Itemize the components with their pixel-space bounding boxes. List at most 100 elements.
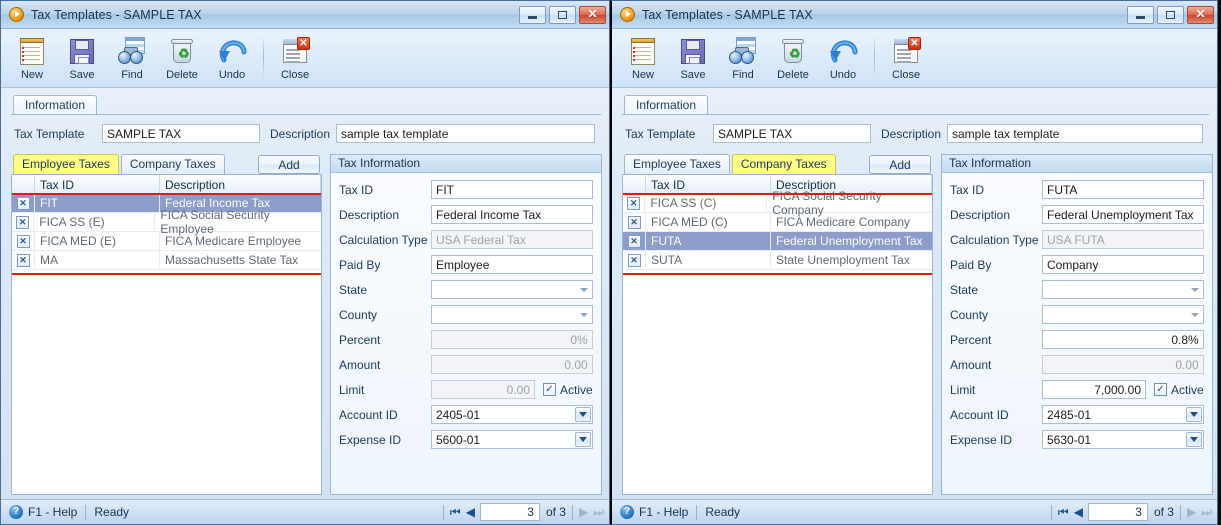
county-select[interactable] [431, 305, 593, 324]
minimize-icon [1136, 15, 1145, 19]
record-number-input[interactable]: 3 [1087, 503, 1148, 521]
account-id-select[interactable]: 2485-01 [1042, 405, 1204, 424]
delete-button[interactable]: ♻ Delete [157, 33, 207, 81]
tab-company-taxes[interactable]: Company Taxes [120, 154, 225, 174]
chevron-down-icon[interactable] [1185, 407, 1202, 422]
table-row[interactable]: ✕ FICA SS (C) FICA Social Security Compa… [623, 189, 932, 217]
close-button[interactable]: ✕ [1187, 5, 1214, 24]
minimize-button[interactable] [519, 5, 546, 24]
account-id-select[interactable]: 2405-01 [431, 405, 593, 424]
table-row[interactable]: ✕ SUTA State Unemployment Tax [623, 251, 932, 270]
row-tax-id: FICA MED (C) [646, 213, 771, 231]
state-label: State [950, 282, 979, 297]
last-record-button[interactable]: ⏭ [1201, 506, 1212, 518]
active-checkbox[interactable]: ✓ [1154, 383, 1167, 396]
nav-separator-right [1179, 504, 1181, 520]
previous-record-button[interactable]: ◀ [466, 506, 475, 518]
tax-id-input[interactable]: FUTA [1042, 180, 1204, 199]
undo-button[interactable]: Undo [818, 33, 868, 81]
county-select[interactable] [1042, 305, 1204, 324]
row-delete-icon[interactable]: ✕ [627, 253, 641, 267]
next-record-button[interactable]: ▶ [579, 506, 588, 518]
row-description: State Unemployment Tax [776, 253, 910, 267]
tab-information[interactable]: Information [13, 95, 98, 115]
limit-input[interactable]: 7,000.00 [1042, 380, 1146, 399]
tax-template-input[interactable]: SAMPLE TAX [713, 124, 871, 143]
row-delete-icon[interactable]: ✕ [627, 234, 641, 248]
tax-template-input[interactable]: SAMPLE TAX [102, 124, 260, 143]
find-button[interactable]: Find [107, 33, 157, 81]
row-delete-icon[interactable]: ✕ [16, 215, 30, 229]
active-checkbox[interactable]: ✓ [543, 383, 556, 396]
tab-information[interactable]: Information [624, 95, 709, 115]
percent-input[interactable]: 0.8% [1042, 330, 1204, 349]
info-description-input[interactable]: Federal Unemployment Tax [1042, 205, 1204, 224]
chevron-down-icon[interactable] [574, 407, 591, 422]
close-toolbar-button[interactable]: ✕ Close [881, 33, 931, 81]
table-row[interactable]: ✕ MA Massachusetts State Tax [12, 251, 321, 270]
tab-company-taxes[interactable]: Company Taxes [731, 154, 836, 174]
tax-information-body: Tax ID FIT Description Federal Income Ta… [331, 173, 601, 452]
tab-employee-taxes[interactable]: Employee Taxes [624, 154, 730, 174]
record-navigator: ⏮ ◀ 3 of 3 ▶ ⏭ [442, 503, 604, 521]
first-record-button[interactable]: ⏮ [1058, 506, 1069, 518]
new-button[interactable]: New [7, 33, 57, 81]
minimize-button[interactable] [1127, 5, 1154, 24]
maximize-button[interactable] [1157, 5, 1184, 24]
row-delete-icon[interactable]: ✕ [16, 253, 30, 267]
table-row[interactable]: ✕ FICA MED (C) FICA Medicare Company [623, 213, 932, 232]
save-button[interactable]: Save [668, 33, 718, 81]
delete-button[interactable]: ♻ Delete [768, 33, 818, 81]
field-description: Description Federal Income Tax [339, 202, 593, 227]
calculation-type-label: Calculation Type [950, 232, 1039, 247]
tax-id-input[interactable]: FIT [431, 180, 593, 199]
row-delete-icon[interactable]: ✕ [627, 196, 641, 210]
row-delete-icon[interactable]: ✕ [16, 234, 30, 248]
find-button[interactable]: Find [718, 33, 768, 81]
maximize-button[interactable] [549, 5, 576, 24]
undo-button[interactable]: Undo [207, 33, 257, 81]
previous-record-button[interactable]: ◀ [1074, 506, 1083, 518]
row-delete-icon[interactable]: ✕ [627, 215, 641, 229]
new-button[interactable]: New [618, 33, 668, 81]
row-delete-icon[interactable]: ✕ [16, 196, 30, 210]
paid-by-input[interactable]: Employee [431, 255, 593, 274]
tab-employee-taxes[interactable]: Employee Taxes [13, 154, 119, 174]
next-record-button[interactable]: ▶ [1187, 506, 1196, 518]
field-percent: Percent 0% [339, 327, 593, 352]
field-description: Description Federal Unemployment Tax [950, 202, 1204, 227]
description-input[interactable]: sample tax template [947, 124, 1203, 143]
expense-id-select[interactable]: 5630-01 [1042, 430, 1204, 449]
record-count-label: of 3 [1153, 505, 1174, 519]
close-toolbar-label: Close [280, 69, 310, 81]
chevron-down-icon[interactable] [1185, 432, 1202, 447]
state-select[interactable] [1042, 280, 1204, 299]
active-checkbox-wrap[interactable]: ✓ Active [543, 383, 593, 397]
close-toolbar-button[interactable]: ✕ Close [270, 33, 320, 81]
save-button[interactable]: Save [57, 33, 107, 81]
help-text[interactable]: F1 - Help [639, 505, 688, 519]
active-checkbox-wrap[interactable]: ✓ Active [1154, 383, 1204, 397]
help-icon[interactable]: ? [620, 505, 634, 519]
expense-id-select[interactable]: 5600-01 [431, 430, 593, 449]
description-input[interactable]: sample tax template [336, 124, 595, 143]
help-text[interactable]: F1 - Help [28, 505, 77, 519]
limit-input: 0.00 [431, 380, 535, 399]
table-row[interactable]: ✕ FICA SS (E) FICA Social Security Emplo… [12, 208, 321, 236]
last-record-button[interactable]: ⏭ [593, 506, 604, 518]
info-description-input[interactable]: Federal Income Tax [431, 205, 593, 224]
add-button[interactable]: Add [258, 155, 320, 174]
chevron-down-icon[interactable] [574, 432, 591, 447]
toolbar: New Save Find ♻ Delete Undo ✕ Close [612, 29, 1217, 88]
calculation-type-input: USA FUTA [1042, 230, 1204, 249]
first-record-button[interactable]: ⏮ [450, 506, 461, 518]
table-row[interactable]: ✕ FUTA Federal Unemployment Tax [623, 232, 932, 251]
table-row[interactable]: ✕ FICA MED (E) FICA Medicare Employee [12, 232, 321, 251]
state-select[interactable] [431, 280, 593, 299]
close-button[interactable]: ✕ [579, 5, 606, 24]
paid-by-input[interactable]: Company [1042, 255, 1204, 274]
help-icon[interactable]: ? [9, 505, 23, 519]
add-button[interactable]: Add [869, 155, 931, 174]
record-number-input[interactable]: 3 [479, 503, 540, 521]
info-description-label: Description [950, 207, 1011, 222]
